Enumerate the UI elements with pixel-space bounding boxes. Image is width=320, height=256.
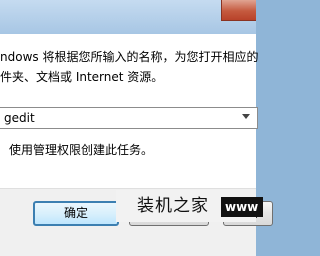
- watermark-url: www: [221, 197, 263, 217]
- close-button[interactable]: [221, 0, 256, 21]
- admin-note-text: 使用管理权限创建此任务。: [9, 143, 154, 157]
- description-line-1: ndows 将根据您所输入的名称，为您打开相应的: [0, 50, 259, 64]
- divider: [0, 188, 256, 189]
- description-text: ndows 将根据您所输入的名称，为您打开相应的 件夹、文档或 Internet…: [0, 47, 259, 87]
- run-dialog: ndows 将根据您所输入的名称，为您打开相应的 件夹、文档或 Internet…: [0, 34, 273, 256]
- dropdown-arrow-icon[interactable]: [242, 114, 250, 119]
- open-input[interactable]: [0, 107, 258, 129]
- content-area: ndows 将根据您所输入的名称，为您打开相应的 件夹、文档或 Internet…: [0, 34, 259, 188]
- watermark-text: 装机之家: [137, 196, 209, 216]
- title-bar: [0, 0, 256, 34]
- description-line-2: 件夹、文档或 Internet 资源。: [0, 70, 164, 84]
- ok-button[interactable]: 确定: [33, 201, 119, 226]
